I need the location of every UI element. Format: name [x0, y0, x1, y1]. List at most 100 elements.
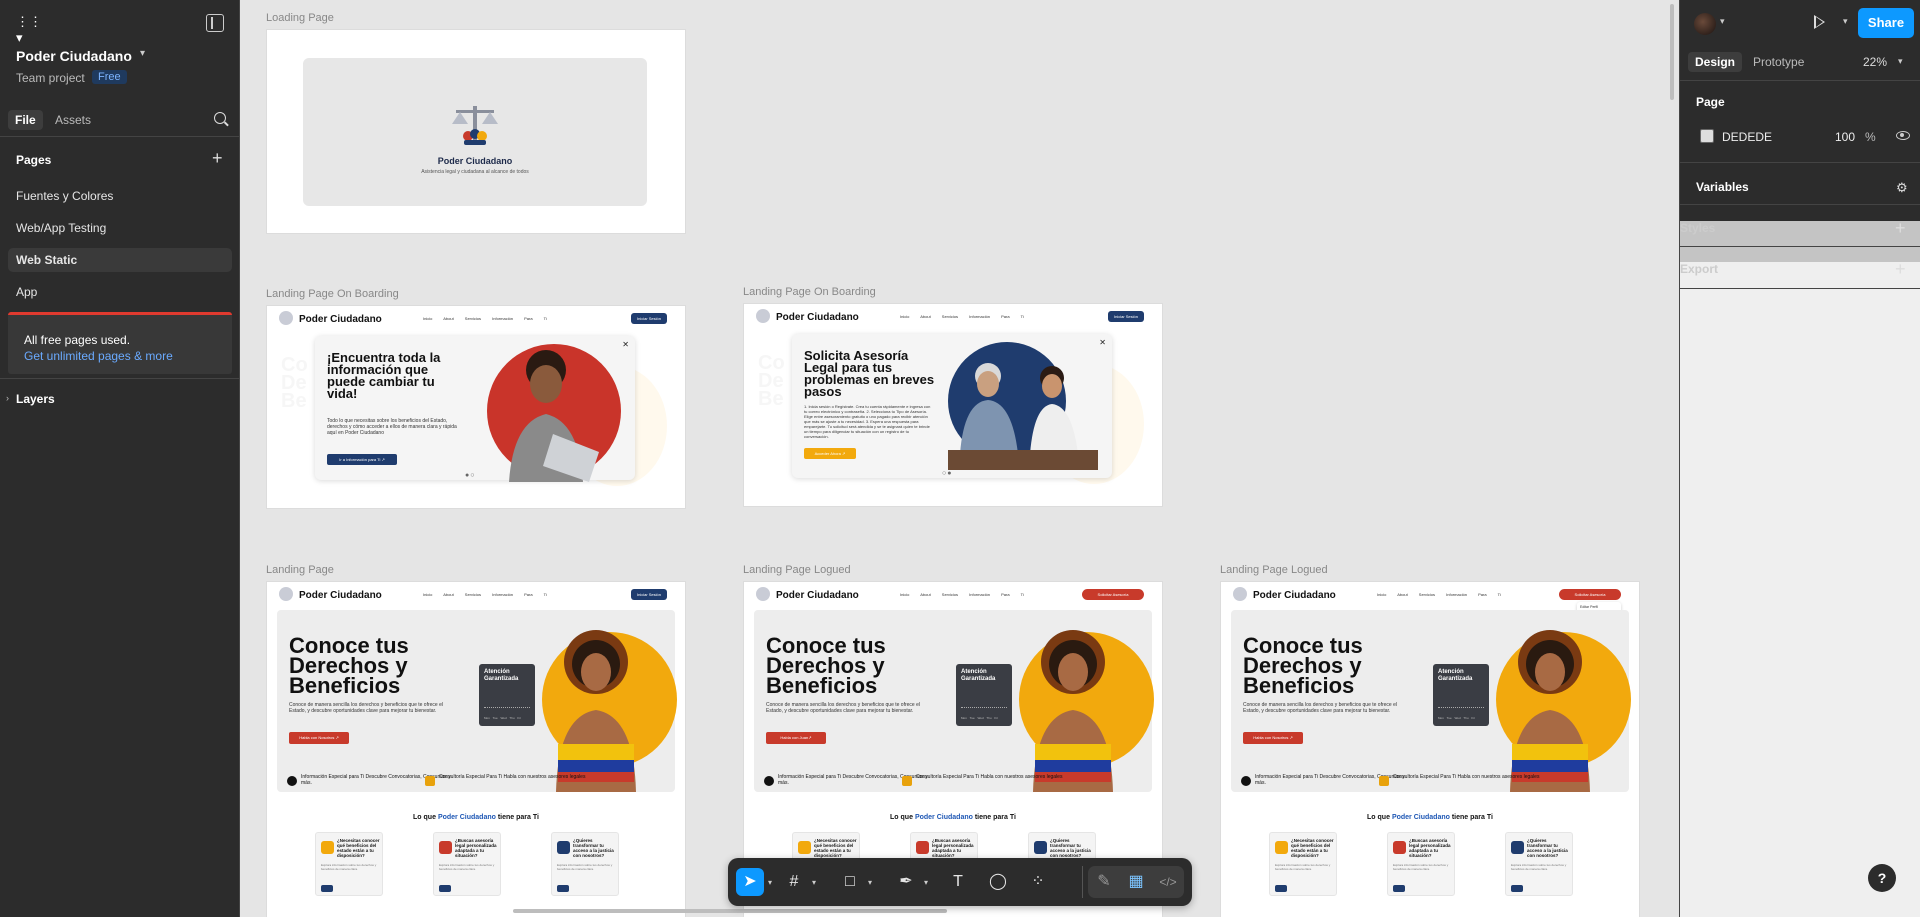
move-tool-icon[interactable]: ➤ — [736, 868, 764, 896]
figma-menu-icon[interactable]: ⋮⋮ ▾ — [16, 14, 46, 45]
man-with-laptop-illustration — [509, 350, 599, 482]
horizontal-scrollbar[interactable] — [513, 909, 947, 913]
service-box: ¿Quieres transformar tu acceso a la just… — [551, 832, 619, 896]
frame-label[interactable]: Landing Page Logued — [743, 564, 851, 576]
feature-consult: Consultoría Especial Para Ti Habla con n… — [916, 774, 1063, 780]
modal-title: ¡Encuentra toda la información que puede… — [327, 350, 441, 401]
feature-consult: Consultoría Especial Para Ti Habla con n… — [439, 774, 586, 780]
frame-label[interactable]: Landing Page On Boarding — [743, 286, 876, 298]
avatar[interactable] — [1694, 13, 1716, 35]
chevron-down-icon[interactable]: ▾ — [1720, 16, 1725, 27]
modal-title: Solicita Asesoría Legal para tus problem… — [804, 348, 935, 399]
tab-prototype[interactable]: Prototype — [1746, 52, 1811, 72]
zoom-level[interactable]: 22% — [1863, 55, 1887, 69]
frame-tool-icon[interactable]: # — [780, 868, 808, 896]
divider — [1680, 288, 1920, 289]
design-mode-icon[interactable]: ▦ — [1122, 868, 1150, 896]
divider — [1680, 204, 1920, 205]
text-tool-icon[interactable]: T — [944, 868, 972, 896]
service-title: ¿Necesitas conocer qué beneficios del es… — [814, 838, 857, 858]
info-icon — [1241, 776, 1251, 786]
frame-label[interactable]: Landing Page On Boarding — [266, 288, 399, 300]
frame-label[interactable]: Loading Page — [266, 12, 334, 24]
service-icon — [439, 841, 452, 854]
visibility-eye-icon[interactable] — [1896, 131, 1910, 140]
page-item-webapp-testing[interactable]: Web/App Testing — [8, 216, 232, 240]
service-button — [1393, 885, 1405, 892]
pen-tool-icon[interactable]: ✒ — [892, 868, 920, 896]
variables-header[interactable]: Variables — [1696, 180, 1749, 194]
project-name[interactable]: Poder Ciudadano — [16, 48, 132, 64]
present-play-icon[interactable] — [1814, 15, 1825, 29]
background-hex-input[interactable]: DEDEDE — [1722, 130, 1772, 144]
site-nav-links: Inicio About Servicios Información Para … — [900, 592, 1024, 597]
background-opacity-input[interactable]: 100 — [1835, 130, 1855, 144]
draw-mode-icon[interactable]: ✎ — [1090, 868, 1118, 896]
actions-icon[interactable]: ⁘ — [1024, 868, 1052, 896]
chevron-down-icon[interactable]: ▾ — [924, 878, 928, 887]
toggle-sidebar-icon[interactable] — [206, 14, 224, 32]
upgrade-link[interactable]: Get unlimited pages & more — [24, 349, 173, 363]
frame-label[interactable]: Landing Page Logued — [1220, 564, 1328, 576]
tab-design[interactable]: Design — [1688, 52, 1743, 72]
card-chart — [484, 698, 530, 708]
divider — [1680, 162, 1920, 163]
background-color-swatch[interactable] — [1700, 129, 1714, 143]
tab-file[interactable]: File — [8, 110, 43, 130]
page-item-app[interactable]: App — [8, 280, 232, 304]
hero-woman-illustration — [1033, 630, 1113, 792]
frame-loading-page[interactable]: Poder Ciudadano Asistencia legal y ciuda… — [267, 30, 685, 233]
attention-card: Atención Garantizada Mon Tue Wed Thu Fri — [479, 664, 535, 726]
hero-text: Conoce de manera sencilla los derechos y… — [289, 702, 443, 714]
chevron-down-icon[interactable]: ▾ — [812, 878, 816, 887]
site-login-button: Iniciar Sesión — [631, 589, 667, 600]
site-nav-links: Inicio About Servicios Información Para … — [900, 314, 1024, 319]
chevron-down-icon[interactable]: ▾ — [140, 48, 145, 59]
chevron-down-icon[interactable]: ▾ — [768, 878, 772, 887]
canvas[interactable]: Loading Page Poder Ciudadano Asistencia … — [241, 0, 1679, 917]
frame-landing-page[interactable]: Poder Ciudadano Inicio About Servicios I… — [267, 582, 685, 917]
comment-tool-icon[interactable]: ◯ — [984, 868, 1012, 896]
layers-header[interactable]: Layers — [16, 392, 55, 406]
team-label[interactable]: Team project — [16, 71, 85, 85]
site-logo-icon — [756, 309, 770, 323]
tools-toolbar: ➤ ▾ # ▾ □ ▾ ✒ ▾ T ◯ ⁘ ✎ ▦ </> — [728, 858, 1192, 906]
chevron-down-icon[interactable]: ▾ — [1898, 56, 1903, 67]
chevron-right-icon[interactable]: › — [6, 393, 9, 403]
page-item-fuentes[interactable]: Fuentes y Colores — [8, 184, 232, 208]
frame-onboarding-2[interactable]: Poder Ciudadano Inicio About Servicios I… — [744, 304, 1162, 506]
dev-mode-icon[interactable]: </> — [1154, 868, 1182, 896]
toolbar-divider — [1082, 866, 1083, 898]
chevron-down-icon[interactable]: ▾ — [868, 878, 872, 887]
vertical-scrollbar[interactable] — [1670, 4, 1674, 100]
tab-assets[interactable]: Assets — [48, 110, 98, 130]
thumbs-up-icon — [425, 776, 435, 786]
add-style-icon[interactable]: + — [1895, 219, 1906, 237]
offer-brand: Poder Ciudadano — [437, 814, 496, 821]
close-icon: ✕ — [1099, 338, 1106, 347]
site-nav-links: Inicio About Servicios Información Para … — [423, 592, 547, 597]
service-icon — [1511, 841, 1524, 854]
help-button[interactable]: ? — [1868, 864, 1896, 892]
card-days: Mon Tue Wed Thu Fri — [1438, 716, 1475, 720]
frame-label[interactable]: Landing Page — [266, 564, 334, 576]
add-page-icon[interactable]: + — [212, 148, 223, 169]
page-item-web-static[interactable]: Web Static — [8, 248, 232, 272]
service-box: ¿Necesitas conocer qué beneficios del es… — [1269, 832, 1337, 896]
divider — [0, 378, 239, 379]
rectangle-tool-icon[interactable]: □ — [836, 868, 864, 896]
site-nav-links: Inicio About Servicios Información Para … — [423, 316, 547, 321]
search-icon[interactable] — [214, 112, 226, 124]
frame-landing-logued-2[interactable]: Poder Ciudadano Inicio About Servicios I… — [1221, 582, 1639, 917]
add-export-icon[interactable]: + — [1895, 260, 1906, 278]
service-title: ¿Buscas asesoría legal personalizada ada… — [455, 838, 497, 858]
frame-onboarding-1[interactable]: Poder Ciudadano Inicio About Servicios I… — [267, 306, 685, 508]
site-nav: Poder Ciudadano Inicio About Servicios I… — [744, 304, 1162, 328]
close-icon: ✕ — [622, 340, 629, 349]
share-button[interactable]: Share — [1858, 8, 1914, 38]
service-text: Explora información sobre tus derechos y… — [321, 863, 377, 871]
limit-title: All free pages used. — [24, 333, 131, 347]
variables-settings-icon[interactable]: ⚙ — [1896, 180, 1908, 196]
card-chart — [1438, 698, 1484, 708]
chevron-down-icon[interactable]: ▾ — [1843, 16, 1848, 27]
